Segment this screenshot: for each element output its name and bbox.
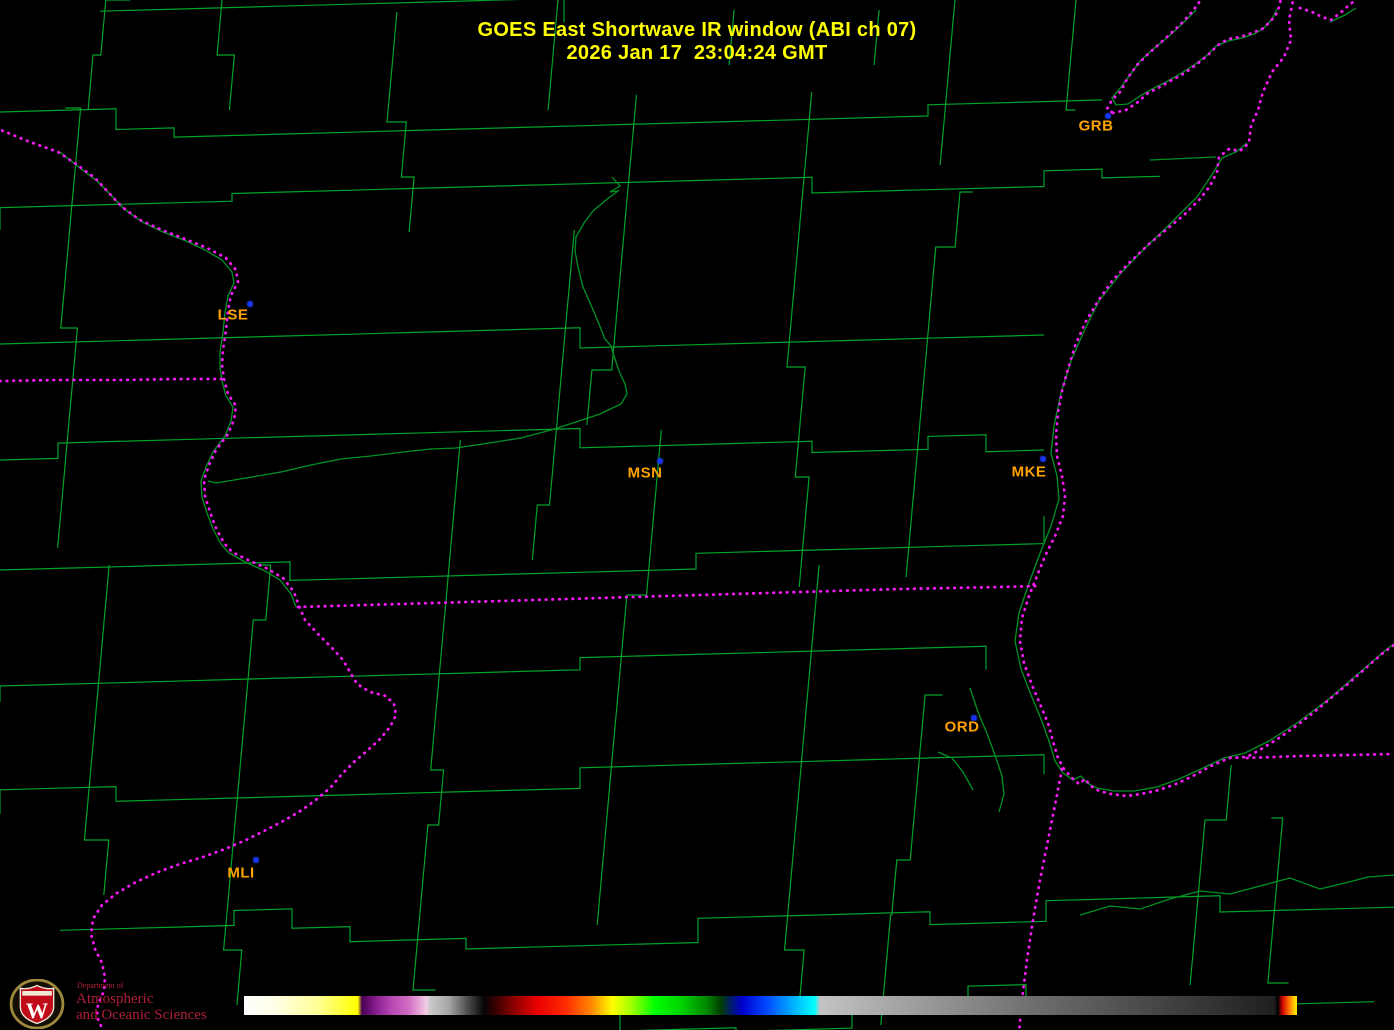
county-line-row-1 (0, 100, 1102, 137)
county-line-col-13 (906, 192, 973, 577)
title-line-2: 2026 Jan 17 23:04:24 GMT (0, 42, 1394, 65)
county-line-col-2 (58, 108, 81, 548)
ir-enhancement-colorbar (244, 996, 1297, 1015)
uw-aos-logo: W Department of Atmospheric and Oceanic … (8, 979, 207, 1029)
county-line-col-16 (413, 440, 460, 990)
county-line-row-2 (0, 169, 1160, 230)
des-plaines-river (970, 688, 1004, 812)
logo-name-line-1: Atmospheric (76, 992, 207, 1007)
county-line-row-7 (0, 755, 1044, 814)
county-line-row-4 (0, 429, 1044, 461)
county-line-row-6 (0, 646, 986, 702)
county-line-col-11 (785, 565, 820, 1005)
county-line-col-20 (1268, 818, 1289, 983)
uw-crest-icon: W (8, 979, 66, 1029)
crest-letter: W (26, 998, 48, 1023)
satellite-map (0, 0, 1394, 1030)
shore-county-link (1150, 157, 1216, 160)
door-corner-shore (1300, 2, 1353, 20)
logo-name-line-2: and Oceanic Sciences (76, 1008, 207, 1023)
county-line-row-5 (0, 516, 1044, 581)
mn-ia-border (0, 379, 224, 381)
county-line-col-17 (224, 565, 271, 1005)
county-line-col-19 (1190, 765, 1231, 985)
image-title: GOES East Shortwave IR window (ABI ch 07… (0, 19, 1394, 65)
goes-ir-satellite-viewer: GRBLSEMSNMKEORDMLI GOES East Shortwave I… (0, 0, 1394, 1030)
logo-dept-line: Department of (77, 982, 207, 990)
lake-michigan-shore (1020, 0, 1394, 796)
wi-il-border (298, 586, 1037, 607)
title-line-1: GOES East Shortwave IR window (ABI ch 07… (0, 19, 1394, 42)
county-line-col-7 (587, 95, 637, 425)
county-line-col-14 (881, 695, 943, 1025)
county-line-col-18 (84, 565, 109, 895)
county-line-col-9 (597, 430, 661, 925)
county-line-row-3 (0, 328, 1044, 348)
county-line-col-10 (787, 92, 812, 587)
in-mi-border (1247, 754, 1394, 758)
logo-text: Department of Atmospheric and Oceanic Sc… (76, 979, 207, 1023)
county-line-col-8 (532, 230, 574, 560)
